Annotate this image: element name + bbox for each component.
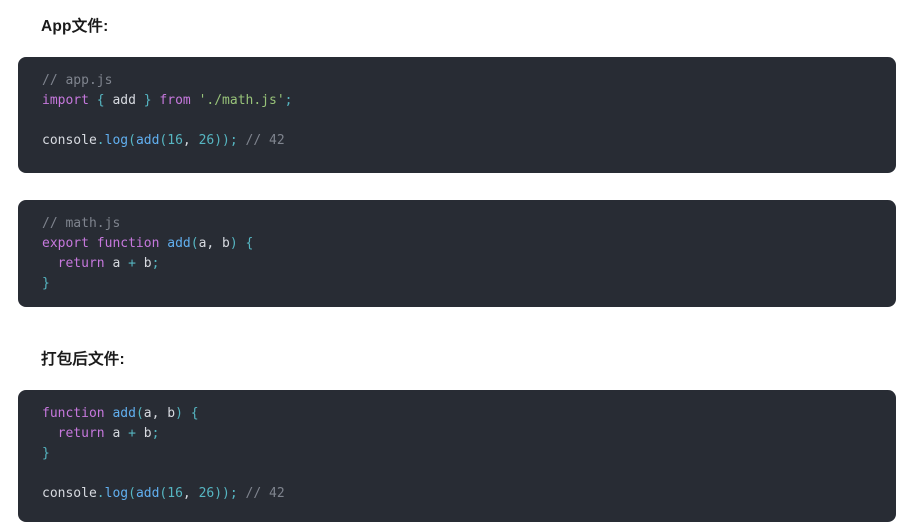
code-token-keyword: import	[42, 93, 89, 108]
code-token-number: 26	[198, 486, 215, 501]
code-token-punct: {	[96, 93, 105, 108]
code-token-func: add	[167, 236, 191, 251]
code-token-plain: ,	[206, 236, 223, 251]
code-token-punct: (	[190, 236, 199, 251]
code-token-punct: +	[128, 426, 136, 441]
document-page: App文件: // app.js import { add } from './m…	[0, 0, 914, 532]
code-token-keyword: return	[57, 426, 105, 441]
code-token-plain: ,	[151, 406, 168, 421]
code-token-plain: console	[42, 486, 97, 501]
code-token-keyword: from	[159, 93, 191, 108]
code-line: console.log(add(16, 26)); // 42	[18, 484, 896, 504]
code-token-plain: console	[42, 133, 97, 148]
page-title-bundled-file: 打包后文件:	[41, 351, 125, 368]
code-token-plain: b	[143, 426, 152, 441]
code-token-punct: )	[229, 236, 238, 251]
code-line: export function add(a, b) {	[18, 234, 896, 254]
code-token-punct: }	[42, 276, 50, 291]
code-token-punct: (	[128, 486, 136, 501]
code-token-punct: {	[245, 236, 254, 251]
code-token-punct: (	[135, 406, 144, 421]
code-token-comment: // 42	[245, 486, 285, 501]
code-token-punct: ;	[151, 256, 160, 271]
code-token-plain: ,	[182, 486, 199, 501]
code-token-punct: ;	[151, 426, 160, 441]
code-token-punct: }	[143, 93, 152, 108]
code-line: // math.js	[18, 214, 896, 234]
code-token-keyword: export	[42, 236, 89, 251]
code-token-comment: // 42	[245, 133, 285, 148]
code-line: // app.js	[18, 71, 896, 91]
code-token-plain: ,	[182, 133, 199, 148]
code-line: console.log(add(16, 26)); // 42	[18, 131, 896, 151]
code-token-punct: .	[96, 133, 105, 148]
code-token-number: 26	[198, 133, 215, 148]
code-line: return a + b;	[18, 424, 896, 444]
code-block-math-js[interactable]: // math.js export function add(a, b) { re…	[18, 200, 896, 307]
code-token-plain: b	[143, 256, 152, 271]
code-block-app-js[interactable]: // app.js import { add } from './math.js'…	[18, 57, 896, 173]
code-token-plain: b	[222, 236, 230, 251]
code-token-punct: )	[175, 406, 183, 421]
code-token-punct: ));	[214, 133, 238, 148]
page-title-app-files: App文件:	[41, 18, 109, 35]
code-token-func: add	[112, 406, 136, 421]
code-line: import { add } from './math.js';	[18, 91, 896, 111]
code-token-punct: }	[42, 446, 50, 461]
code-token-keyword: return	[57, 256, 105, 271]
code-line: }	[18, 274, 896, 294]
code-token-string: './math.js'	[198, 93, 285, 108]
code-token-func: add	[135, 486, 160, 501]
code-token-plain: b	[167, 406, 176, 421]
code-token-punct: ));	[214, 486, 238, 501]
code-token-number: 16	[167, 486, 183, 501]
code-token-punct: .	[96, 486, 105, 501]
code-token-prop: log	[104, 133, 129, 148]
code-token-punct: ;	[284, 93, 293, 108]
code-token-number: 16	[167, 133, 183, 148]
code-token-keyword: function	[42, 406, 105, 421]
code-token-comment: // app.js	[42, 73, 113, 88]
code-token-comment: // math.js	[42, 216, 121, 231]
code-token-punct: {	[190, 406, 199, 421]
code-line: }	[18, 444, 896, 464]
code-token-keyword: function	[96, 236, 160, 251]
code-token-plain: add	[112, 93, 136, 108]
code-token-punct: (	[128, 133, 136, 148]
code-token-punct: +	[128, 256, 136, 271]
code-line: return a + b;	[18, 254, 896, 274]
code-token-plain: a	[143, 406, 152, 421]
code-line: function add(a, b) {	[18, 404, 896, 424]
code-block-bundled-output[interactable]: function add(a, b) { return a + b;} cons…	[18, 390, 896, 522]
code-token-prop: log	[104, 486, 129, 501]
code-token-func: add	[135, 133, 160, 148]
